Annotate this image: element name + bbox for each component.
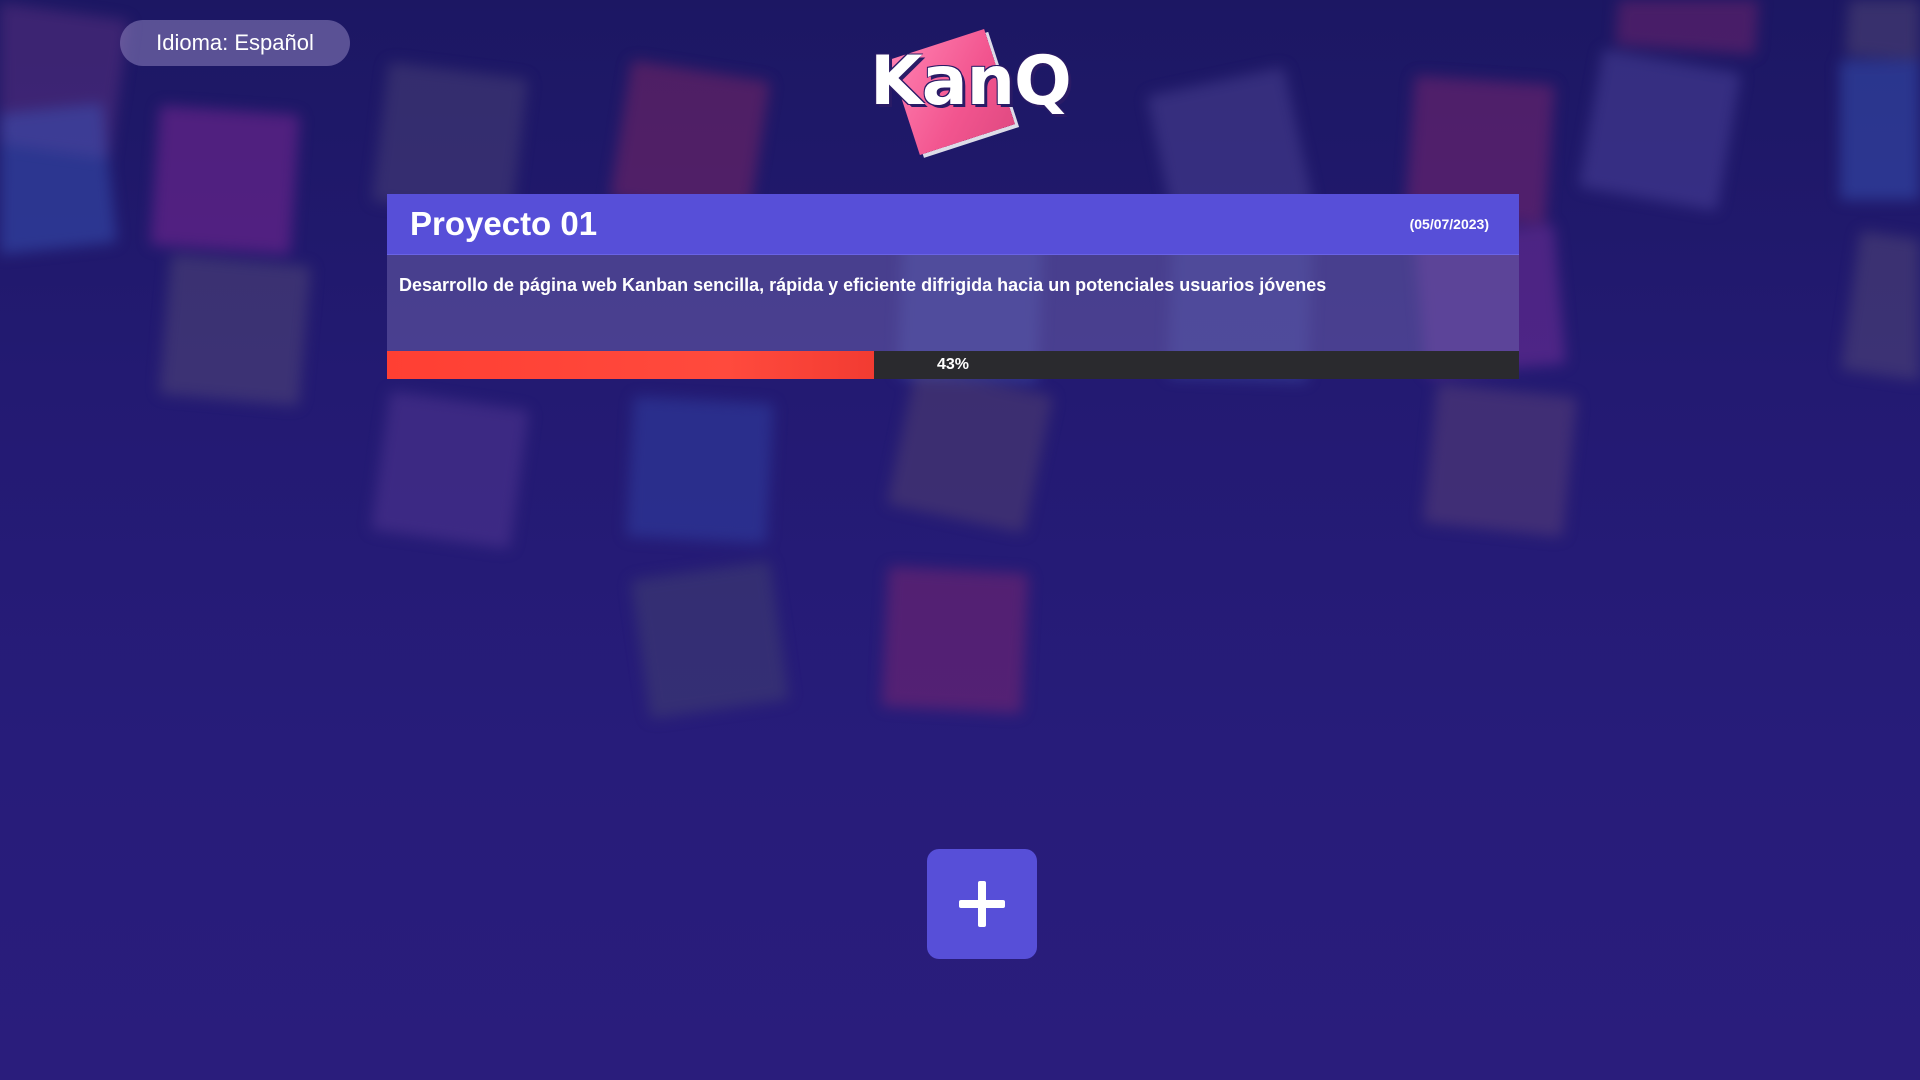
add-project-button[interactable] <box>927 849 1037 959</box>
plus-icon <box>959 881 1005 927</box>
progress-bar: 43% <box>387 351 1519 379</box>
project-card-header: Proyecto 01 (05/07/2023) <box>387 194 1519 255</box>
language-label: Idioma: Español <box>156 30 314 55</box>
progress-label: 43% <box>936 356 970 373</box>
language-selector[interactable]: Idioma: Español <box>120 20 350 66</box>
project-date: (05/07/2023) <box>1409 216 1489 232</box>
project-card[interactable]: Proyecto 01 (05/07/2023) Desarrollo de p… <box>387 194 1519 379</box>
project-description: Desarrollo de página web Kanban sencilla… <box>399 275 1327 295</box>
logo-text: KanQ <box>870 42 1072 121</box>
kanq-logo: KanQ <box>870 28 1072 158</box>
project-title: Proyecto 01 <box>410 205 598 242</box>
project-card-body: Desarrollo de página web Kanban sencilla… <box>387 255 1519 351</box>
